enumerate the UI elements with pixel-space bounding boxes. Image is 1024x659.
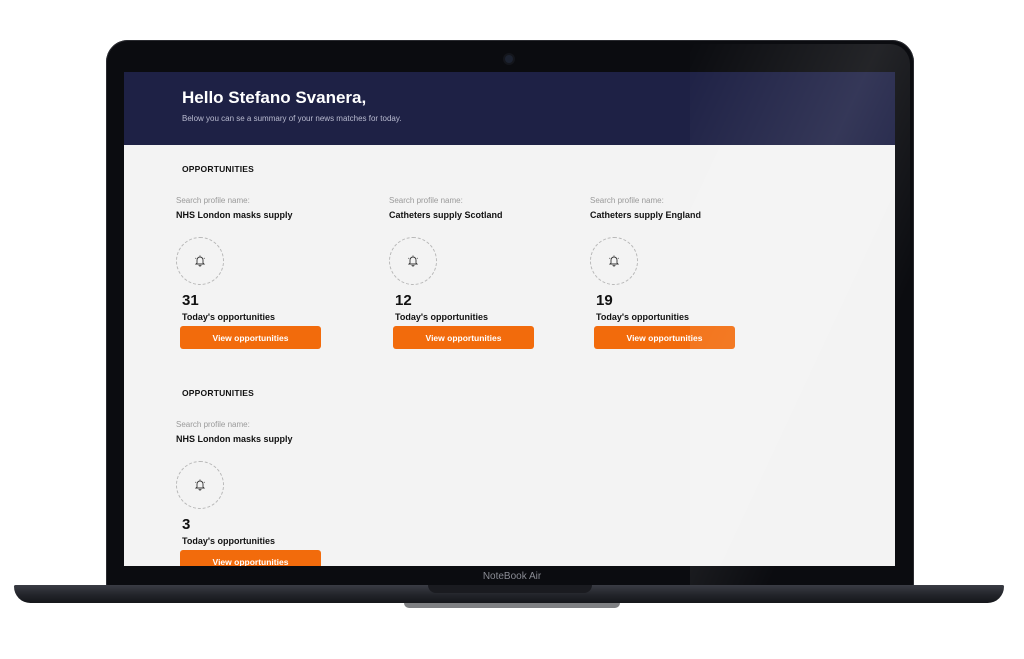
opportunity-count-label: Today's opportunities (182, 312, 275, 322)
section-title: OPPORTUNITIES (182, 164, 255, 174)
bell-icon (176, 237, 224, 285)
opportunity-card: Search profile name: NHS London masks su… (176, 420, 366, 566)
view-opportunities-button[interactable]: View opportunities (594, 326, 735, 349)
search-profile-label: Search profile name: (176, 420, 250, 429)
search-profile-name: Catheters supply England (590, 210, 702, 220)
webcam (505, 55, 513, 63)
page-header: Hello Stefano Svanera, Below you can se … (124, 72, 895, 145)
view-opportunities-button[interactable]: View opportunities (180, 326, 321, 349)
bell-icon (389, 237, 437, 285)
opportunity-card: Search profile name: Catheters supply Sc… (389, 196, 579, 349)
opportunity-count-label: Today's opportunities (596, 312, 689, 322)
laptop-foot (404, 603, 620, 608)
search-profile-name: Catheters supply Scotland (389, 210, 503, 220)
search-profile-name: NHS London masks supply (176, 210, 293, 220)
greeting-title: Hello Stefano Svanera, (182, 88, 367, 107)
opportunity-count-label: Today's opportunities (182, 536, 275, 546)
opportunity-count: 31 (182, 292, 199, 309)
view-opportunities-button[interactable]: View opportunities (180, 550, 321, 566)
search-profile-label: Search profile name: (389, 196, 463, 205)
opportunity-count: 3 (182, 516, 191, 533)
laptop-hinge-notch (428, 585, 592, 593)
search-profile-label: Search profile name: (590, 196, 664, 205)
opportunity-count: 19 (596, 292, 613, 309)
opportunity-count-label: Today's opportunities (395, 312, 488, 322)
search-profile-name: NHS London masks supply (176, 434, 293, 444)
bell-icon (176, 461, 224, 509)
view-opportunities-button[interactable]: View opportunities (393, 326, 534, 349)
bell-icon (590, 237, 638, 285)
app-screen: Hello Stefano Svanera, Below you can se … (124, 72, 895, 566)
greeting-subtitle: Below you can se a summary of your news … (182, 114, 402, 123)
opportunity-card: Search profile name: NHS London masks su… (176, 196, 366, 349)
search-profile-label: Search profile name: (176, 196, 250, 205)
device-brand-label: NoteBook Air (482, 571, 542, 582)
opportunity-card: Search profile name: Catheters supply En… (590, 196, 780, 349)
opportunity-count: 12 (395, 292, 412, 309)
section-title: OPPORTUNITIES (182, 388, 255, 398)
